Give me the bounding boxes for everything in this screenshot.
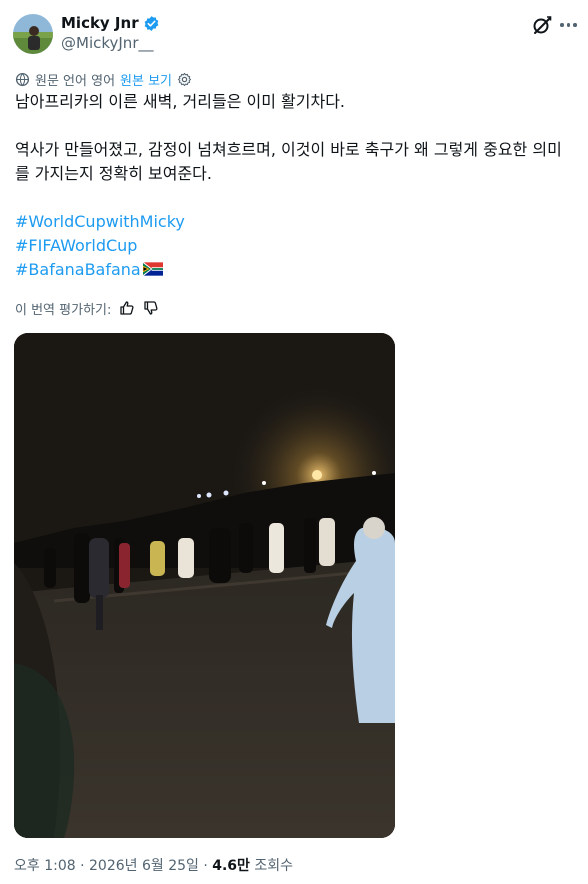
verified-badge-icon[interactable] xyxy=(143,15,160,32)
avatar[interactable] xyxy=(13,14,53,54)
hashtag-row: #BafanaBafana xyxy=(15,258,580,282)
tweet-video[interactable] xyxy=(14,333,395,838)
tweet-text: 남아프리카의 이른 새벽, 거리들은 이미 활기차다. 역사가 만들어졌고, 감… xyxy=(15,90,580,282)
more-dot xyxy=(566,23,570,27)
tweet-line: 역사가 만들어졌고, 감정이 넘쳐흐르며, 이것이 바로 축구가 왜 그렇게 중… xyxy=(15,140,562,159)
translation-notice: 원문 언어 영어 원본 보기 xyxy=(15,70,192,89)
tweet-line: 남아프리카의 이른 새벽, 거리들은 이미 활기차다. xyxy=(15,92,346,111)
tweet-line: 를 가지는지 정확히 보여준다. xyxy=(15,164,212,183)
rate-translation-label: 이 번역 평가하기: xyxy=(15,302,112,318)
video-frame xyxy=(14,333,395,838)
view-count: 4.6만 xyxy=(212,858,250,874)
gear-icon[interactable] xyxy=(177,72,192,87)
hashtag-link[interactable]: #WorldCupwithMicky xyxy=(15,210,580,234)
handle[interactable]: @MickyJnr__ xyxy=(61,33,160,53)
more-icon[interactable] xyxy=(560,16,580,34)
show-original-link[interactable]: 원본 보기 xyxy=(120,70,172,89)
grok-icon[interactable] xyxy=(531,14,553,36)
hashtag-link[interactable]: #FIFAWorldCup xyxy=(15,234,580,258)
thumbs-up-icon[interactable] xyxy=(119,300,135,316)
more-dot xyxy=(573,23,577,27)
rate-translation: 이 번역 평가하기: xyxy=(15,298,159,318)
author-block[interactable]: Micky Jnr @MickyJnr__ xyxy=(61,13,160,53)
hashtag-link[interactable]: #BafanaBafana xyxy=(15,260,141,279)
views-label: 조회수 xyxy=(249,858,294,874)
translation-notice-text: 원문 언어 영어 xyxy=(35,73,116,89)
display-name[interactable]: Micky Jnr xyxy=(61,13,139,33)
south-africa-flag-icon xyxy=(142,261,163,277)
translate-icon xyxy=(15,72,30,86)
time-date[interactable]: 오후 1:08 · 2026년 6월 25일 · xyxy=(14,858,212,874)
avatar-image xyxy=(13,14,53,54)
thumbs-down-icon[interactable] xyxy=(143,300,159,316)
more-dot xyxy=(560,23,564,27)
display-name-row[interactable]: Micky Jnr xyxy=(61,13,160,33)
tweet-timestamp: 오후 1:08 · 2026년 6월 25일 · 4.6만 조회수 xyxy=(14,857,293,875)
